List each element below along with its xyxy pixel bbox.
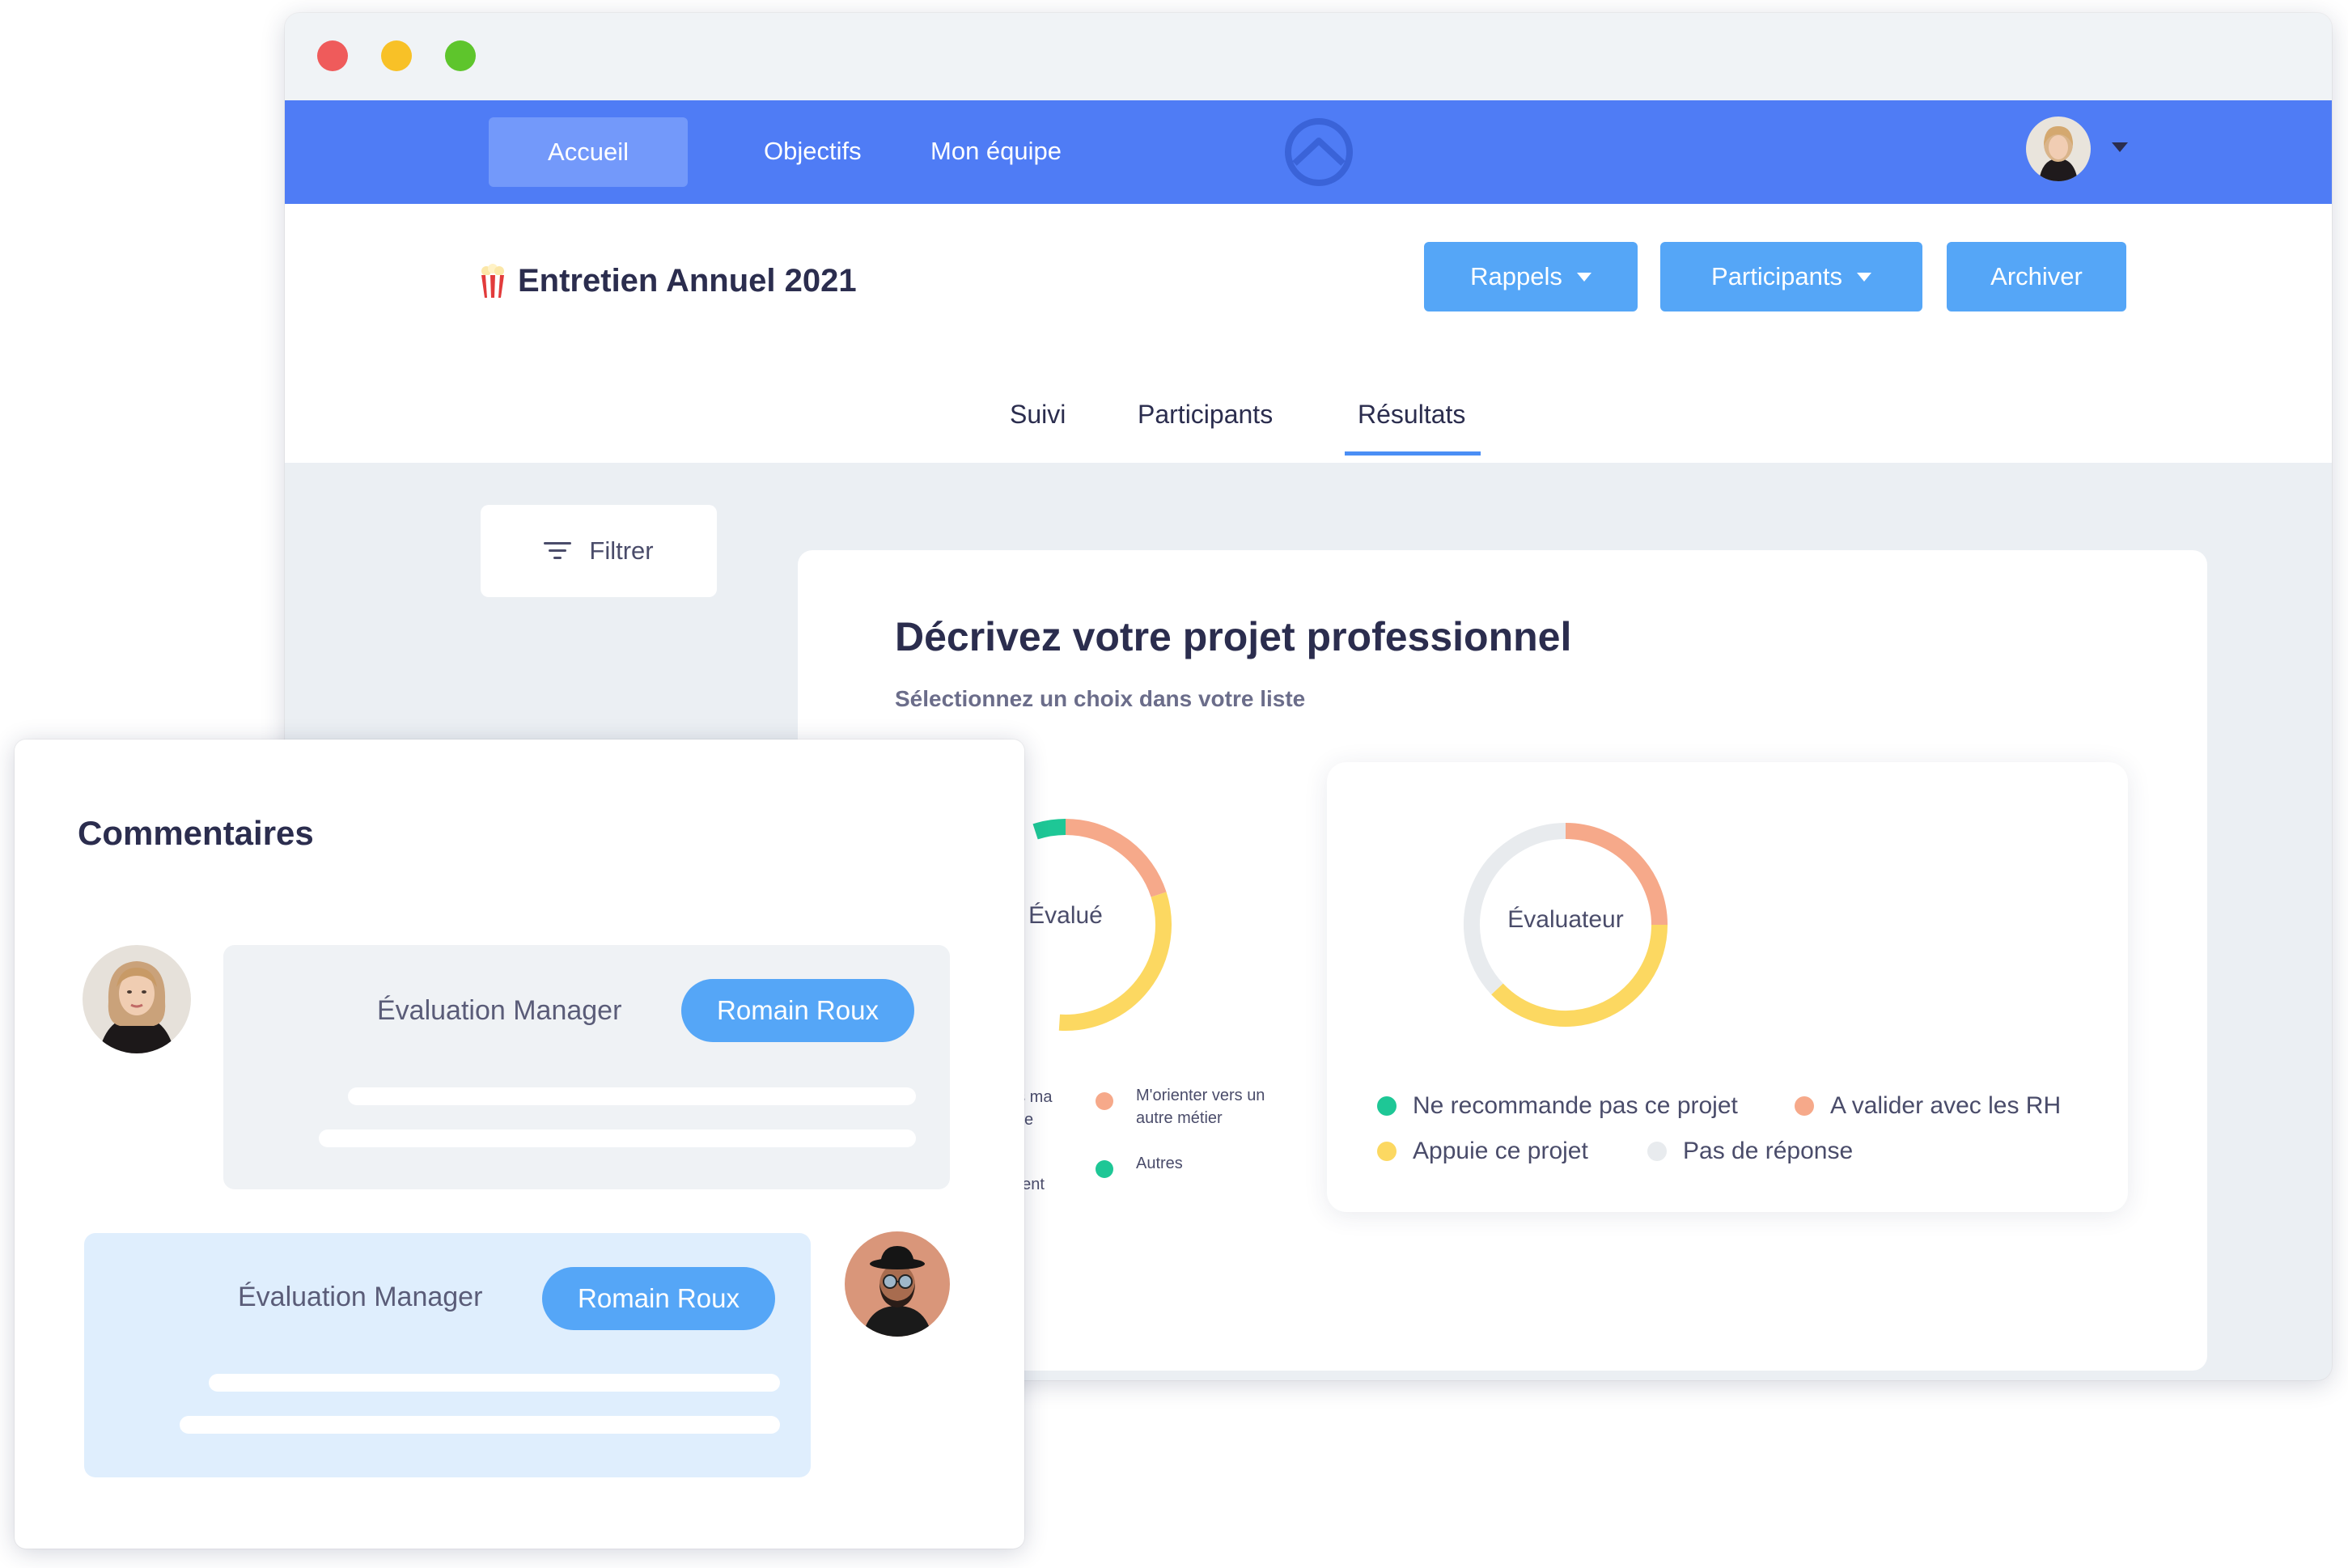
app-logo-icon[interactable] bbox=[1283, 117, 1354, 188]
page-header: Entretien Annuel 2021 Rappels Participan… bbox=[285, 204, 2332, 463]
comments-title: Commentaires bbox=[78, 814, 314, 852]
window-close-dot[interactable] bbox=[317, 40, 348, 71]
tab-resultats[interactable]: Résultats bbox=[1358, 382, 1465, 447]
active-tab-indicator bbox=[1345, 451, 1481, 456]
window-minimize-dot[interactable] bbox=[381, 40, 412, 71]
participants-dropdown-button[interactable]: Participants bbox=[1660, 242, 1922, 311]
tab-suivi[interactable]: Suivi bbox=[1010, 382, 1066, 447]
legend-dot-orange bbox=[1795, 1096, 1814, 1116]
filter-icon bbox=[544, 542, 572, 559]
page-title-text: Entretien Annuel 2021 bbox=[518, 262, 857, 299]
comment-author-badge[interactable]: Romain Roux bbox=[542, 1267, 775, 1330]
comment-text-placeholder-line bbox=[319, 1129, 916, 1147]
comment-bubble: Évaluation Manager Romain Roux bbox=[84, 1233, 811, 1477]
evalue-legend-autre-metier: M'orienter vers un autre métier bbox=[1136, 1087, 1265, 1127]
comment-author-badge[interactable]: Romain Roux bbox=[681, 979, 914, 1042]
archiver-button-label: Archiver bbox=[1990, 262, 2083, 290]
legend-label: Pas de réponse bbox=[1683, 1138, 1854, 1164]
comment-avatar-man bbox=[845, 1231, 950, 1337]
evalue-legend-autres: Autres bbox=[1136, 1155, 1183, 1172]
window-titlebar bbox=[285, 13, 2332, 100]
nav-item-accueil[interactable]: Accueil bbox=[489, 117, 688, 187]
comment-avatar-woman bbox=[83, 945, 191, 1053]
legend-dot-green bbox=[1377, 1096, 1397, 1116]
evalue-legend-dot-green bbox=[1096, 1157, 1113, 1180]
evaluateur-donut-label: Évaluateur bbox=[1507, 906, 1624, 933]
comment-label: Évaluation Manager bbox=[238, 1282, 483, 1312]
legend-item-appuie-projet: Appuie ce projet bbox=[1377, 1138, 1588, 1165]
legend-item-pas-de-reponse: Pas de réponse bbox=[1647, 1138, 1853, 1165]
legend-label: Appuie ce projet bbox=[1413, 1138, 1588, 1164]
comment-text-placeholder-line bbox=[209, 1374, 780, 1392]
comment-label: Évaluation Manager bbox=[377, 995, 622, 1026]
tab-participants[interactable]: Participants bbox=[1138, 382, 1273, 447]
user-avatar-portrait-icon bbox=[2026, 117, 2091, 181]
archiver-button[interactable]: Archiver bbox=[1947, 242, 2126, 311]
popcorn-icon bbox=[481, 264, 504, 298]
comment-bubble: Évaluation Manager Romain Roux bbox=[223, 945, 950, 1189]
nav-item-mon-equipe[interactable]: Mon équipe bbox=[930, 125, 1062, 178]
filter-button[interactable]: Filtrer bbox=[481, 505, 717, 597]
user-avatar[interactable] bbox=[2026, 117, 2091, 181]
evalue-legend-dot-orange bbox=[1096, 1089, 1113, 1112]
rappels-dropdown-button[interactable]: Rappels bbox=[1424, 242, 1638, 311]
rappels-button-label: Rappels bbox=[1470, 262, 1562, 290]
comment-text-placeholder-line bbox=[180, 1416, 780, 1434]
page-title: Entretien Annuel 2021 bbox=[479, 252, 857, 309]
comment-text-placeholder-line bbox=[348, 1087, 916, 1105]
woman-portrait-icon bbox=[83, 945, 191, 1053]
legend-dot-yellow bbox=[1377, 1142, 1397, 1161]
legend-item-ne-recommande-pas: Ne recommande pas ce projet bbox=[1377, 1092, 1738, 1120]
evalue-donut-segment-0[interactable] bbox=[1032, 819, 1066, 840]
filter-button-label: Filtrer bbox=[589, 536, 654, 565]
chevron-down-icon bbox=[1856, 272, 1871, 282]
legend-dot-grey bbox=[1647, 1142, 1667, 1161]
man-portrait-icon bbox=[845, 1231, 950, 1337]
participants-button-label: Participants bbox=[1711, 262, 1842, 290]
legend-label: A valider avec les RH bbox=[1830, 1092, 2062, 1119]
user-menu-caret-icon[interactable] bbox=[2112, 142, 2128, 152]
evaluateur-donut-segment-1[interactable] bbox=[1491, 924, 1668, 1027]
legend-item-a-valider-rh: A valider avec les RH bbox=[1795, 1092, 2061, 1120]
window-maximize-dot[interactable] bbox=[445, 40, 476, 71]
legend-label: Ne recommande pas ce projet bbox=[1413, 1092, 1738, 1119]
question-title: Décrivez votre projet professionnel bbox=[895, 614, 1572, 659]
evaluateur-chart-card: Évaluateur Ne recommande pas ce projet A… bbox=[1327, 762, 2128, 1212]
evalue-donut-segment-1[interactable] bbox=[1065, 819, 1167, 897]
chevron-down-icon bbox=[1576, 272, 1591, 282]
nav-item-objectifs[interactable]: Objectifs bbox=[764, 125, 862, 178]
question-subtitle: Sélectionnez un choix dans votre liste bbox=[895, 686, 1306, 711]
comments-panel: Commentaires Évaluation Manager Romain R… bbox=[15, 740, 1024, 1549]
top-navbar: Accueil Objectifs Mon équipe bbox=[285, 100, 2332, 204]
